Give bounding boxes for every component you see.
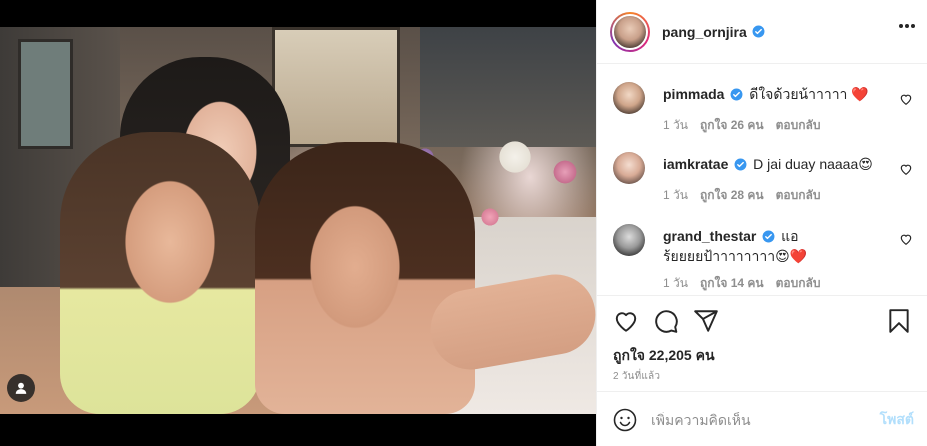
comment-likes[interactable]: ถูกใจ 14 คน <box>700 274 764 293</box>
comment-text: ดีใจด้วยน้าาาาา ❤️ <box>749 86 869 102</box>
post-timestamp[interactable]: 2 วันที่แล้ว <box>613 369 660 384</box>
author-avatar-image <box>612 13 648 50</box>
comment-age[interactable]: 1 วัน <box>663 274 688 293</box>
author-avatar[interactable] <box>610 11 650 52</box>
comment-like-heart-icon[interactable] <box>899 162 913 176</box>
emoji-icon[interactable] <box>613 408 637 432</box>
photo-person-left <box>60 132 260 414</box>
bookmark-icon[interactable] <box>886 308 912 334</box>
post-panel: pang_ornjira pimmada ดีใจด้วยน้าาาาา ❤️ … <box>596 0 927 446</box>
comment-meta: 1 วัน ถูกใจ 14 คน ตอบกลับ <box>663 274 820 293</box>
photo-bg-painting <box>272 27 400 147</box>
comment-item: iamkratae D jai duay naaaa😍 1 วัน ถูกใจ … <box>613 152 913 224</box>
reply-button[interactable]: ตอบกลับ <box>776 274 821 293</box>
comment-body: pimmada ดีใจด้วยน้าาาาา ❤️ <box>663 85 885 105</box>
post-comment-button[interactable]: โพสต์ <box>880 409 914 431</box>
post-photo[interactable] <box>0 27 596 414</box>
verified-badge-icon <box>734 157 747 175</box>
commenter-avatar[interactable] <box>613 152 645 184</box>
add-comment-bar: โพสต์ <box>597 391 927 446</box>
more-options-icon[interactable] <box>899 24 915 28</box>
author-username-text[interactable]: pang_ornjira <box>662 24 747 40</box>
user-tag-icon[interactable] <box>7 374 35 402</box>
reply-button[interactable]: ตอบกลับ <box>776 186 821 205</box>
comment-item: pimmada ดีใจด้วยน้าาาาา ❤️ 1 วัน ถูกใจ 2… <box>613 82 913 154</box>
comment-body: iamkratae D jai duay naaaa😍 <box>663 155 885 175</box>
comment-age[interactable]: 1 วัน <box>663 186 688 205</box>
comment-text: D jai duay naaaa😍 <box>753 156 873 172</box>
reply-button[interactable]: ตอบกลับ <box>776 116 821 135</box>
photo-bg-frame <box>18 39 73 149</box>
commenter-avatar[interactable] <box>613 82 645 114</box>
heart-icon[interactable] <box>613 308 639 334</box>
comment-icon[interactable] <box>653 308 679 334</box>
commenter-username[interactable]: pimmada <box>663 86 724 102</box>
comment-age[interactable]: 1 วัน <box>663 116 688 135</box>
comment-body: grand_thestar แอร้ยยยยป้าาาาาาาา😍❤️ <box>663 227 813 265</box>
comments-list: pimmada ดีใจด้วยน้าาาาา ❤️ 1 วัน ถูกใจ 2… <box>597 64 927 295</box>
commenter-username[interactable]: iamkratae <box>663 156 728 172</box>
verified-badge-icon <box>762 229 775 247</box>
comment-likes[interactable]: ถูกใจ 28 คน <box>700 186 764 205</box>
share-icon[interactable] <box>693 308 719 334</box>
photo-area <box>0 0 596 446</box>
comment-meta: 1 วัน ถูกใจ 28 คน ตอบกลับ <box>663 186 820 205</box>
commenter-username[interactable]: grand_thestar <box>663 228 756 244</box>
comment-input[interactable] <box>651 411 880 428</box>
comment-item: grand_thestar แอร้ยยยยป้าาาาาาาา😍❤️ 1 วั… <box>613 224 913 295</box>
comment-meta: 1 วัน ถูกใจ 26 คน ตอบกลับ <box>663 116 820 135</box>
action-icons-row <box>613 308 912 334</box>
photo-person-right <box>255 142 475 414</box>
verified-badge-icon <box>752 25 765 38</box>
post-actions: ถูกใจ 22,205 คน 2 วันที่แล้ว โพสต์ <box>597 295 927 446</box>
post-header: pang_ornjira <box>597 0 927 64</box>
comment-likes[interactable]: ถูกใจ 26 คน <box>700 116 764 135</box>
verified-badge-icon <box>730 87 743 105</box>
comment-like-heart-icon[interactable] <box>899 232 913 246</box>
author-username[interactable]: pang_ornjira <box>662 24 765 40</box>
like-count[interactable]: ถูกใจ 22,205 คน <box>613 345 715 367</box>
comment-like-heart-icon[interactable] <box>899 92 913 106</box>
commenter-avatar[interactable] <box>613 224 645 256</box>
